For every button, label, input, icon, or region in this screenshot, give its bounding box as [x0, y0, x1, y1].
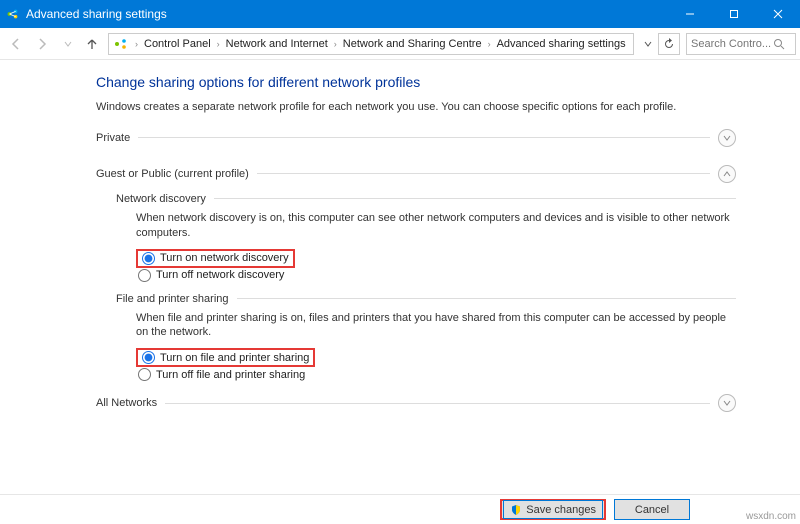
radio-input[interactable] [142, 252, 155, 265]
refresh-button[interactable] [658, 33, 680, 55]
up-button[interactable] [82, 32, 102, 56]
breadcrumb-item[interactable]: Advanced sharing settings [495, 38, 628, 50]
search-icon [773, 38, 785, 50]
minimize-button[interactable] [668, 0, 712, 28]
button-label: Save changes [526, 504, 596, 516]
subsection-file-printer-sharing: File and printer sharing When file and p… [116, 293, 736, 383]
window-title: Advanced sharing settings [26, 7, 668, 21]
back-button[interactable] [4, 32, 28, 56]
radio-input[interactable] [138, 269, 151, 282]
radio-label: Turn off network discovery [156, 269, 284, 281]
chevron-right-icon: › [131, 39, 142, 49]
search-box[interactable] [686, 33, 796, 55]
radio-input[interactable] [142, 351, 155, 364]
network-icon [113, 36, 129, 52]
title-bar: Advanced sharing settings [0, 0, 800, 28]
breadcrumb-dropdown-icon[interactable] [640, 32, 656, 56]
divider [257, 173, 710, 174]
cancel-button[interactable]: Cancel [614, 499, 690, 520]
radio-file-sharing-off[interactable]: Turn off file and printer sharing [136, 367, 736, 382]
save-changes-highlight: Save changes [500, 499, 606, 520]
section-label: Guest or Public (current profile) [96, 168, 249, 180]
section-label: All Networks [96, 397, 157, 409]
section-private[interactable]: Private [96, 129, 736, 147]
close-button[interactable] [756, 0, 800, 28]
radio-file-sharing-on[interactable]: Turn on file and printer sharing [140, 350, 311, 365]
subsection-description: When network discovery is on, this compu… [136, 211, 736, 241]
radio-input[interactable] [138, 368, 151, 381]
divider [237, 298, 736, 299]
watermark: wsxdn.com [746, 511, 796, 522]
subsection-description: When file and printer sharing is on, fil… [136, 311, 736, 341]
page-description: Windows creates a separate network profi… [96, 100, 736, 115]
highlight-box: Turn on network discovery [136, 249, 295, 268]
app-icon [6, 7, 20, 21]
subsection-network-discovery: Network discovery When network discovery… [116, 193, 736, 283]
recent-dropdown-icon[interactable] [56, 32, 80, 56]
divider [214, 198, 736, 199]
highlight-box: Turn on file and printer sharing [136, 348, 315, 367]
chevron-right-icon: › [330, 39, 341, 49]
save-changes-button[interactable]: Save changes [503, 500, 603, 519]
radio-label: Turn off file and printer sharing [156, 369, 305, 381]
footer-bar: Save changes Cancel [0, 494, 800, 524]
forward-button[interactable] [30, 32, 54, 56]
radio-network-discovery-off[interactable]: Turn off network discovery [136, 268, 736, 283]
chevron-up-icon[interactable] [718, 165, 736, 183]
radio-label: Turn on file and printer sharing [160, 352, 309, 364]
section-guest-public[interactable]: Guest or Public (current profile) [96, 165, 736, 183]
maximize-button[interactable] [712, 0, 756, 28]
section-label: Private [96, 132, 130, 144]
content-area: Change sharing options for different net… [0, 60, 800, 494]
subsection-label: File and printer sharing [116, 293, 229, 305]
subsection-label: Network discovery [116, 193, 206, 205]
divider [138, 137, 710, 138]
page-title: Change sharing options for different net… [96, 74, 736, 90]
breadcrumb-item[interactable]: Control Panel [142, 38, 213, 50]
chevron-down-icon[interactable] [718, 394, 736, 412]
divider [165, 403, 710, 404]
button-label: Cancel [635, 504, 669, 516]
radio-label: Turn on network discovery [160, 252, 289, 264]
breadcrumb-item[interactable]: Network and Sharing Centre [341, 38, 484, 50]
breadcrumb[interactable]: › Control Panel › Network and Internet ›… [108, 33, 634, 55]
section-all-networks[interactable]: All Networks [96, 394, 736, 412]
shield-icon [510, 504, 522, 516]
radio-network-discovery-on[interactable]: Turn on network discovery [140, 251, 291, 266]
breadcrumb-item[interactable]: Network and Internet [224, 38, 330, 50]
chevron-down-icon[interactable] [718, 129, 736, 147]
chevron-right-icon: › [484, 39, 495, 49]
navigation-bar: › Control Panel › Network and Internet ›… [0, 28, 800, 60]
chevron-right-icon: › [213, 39, 224, 49]
search-input[interactable] [691, 38, 773, 50]
